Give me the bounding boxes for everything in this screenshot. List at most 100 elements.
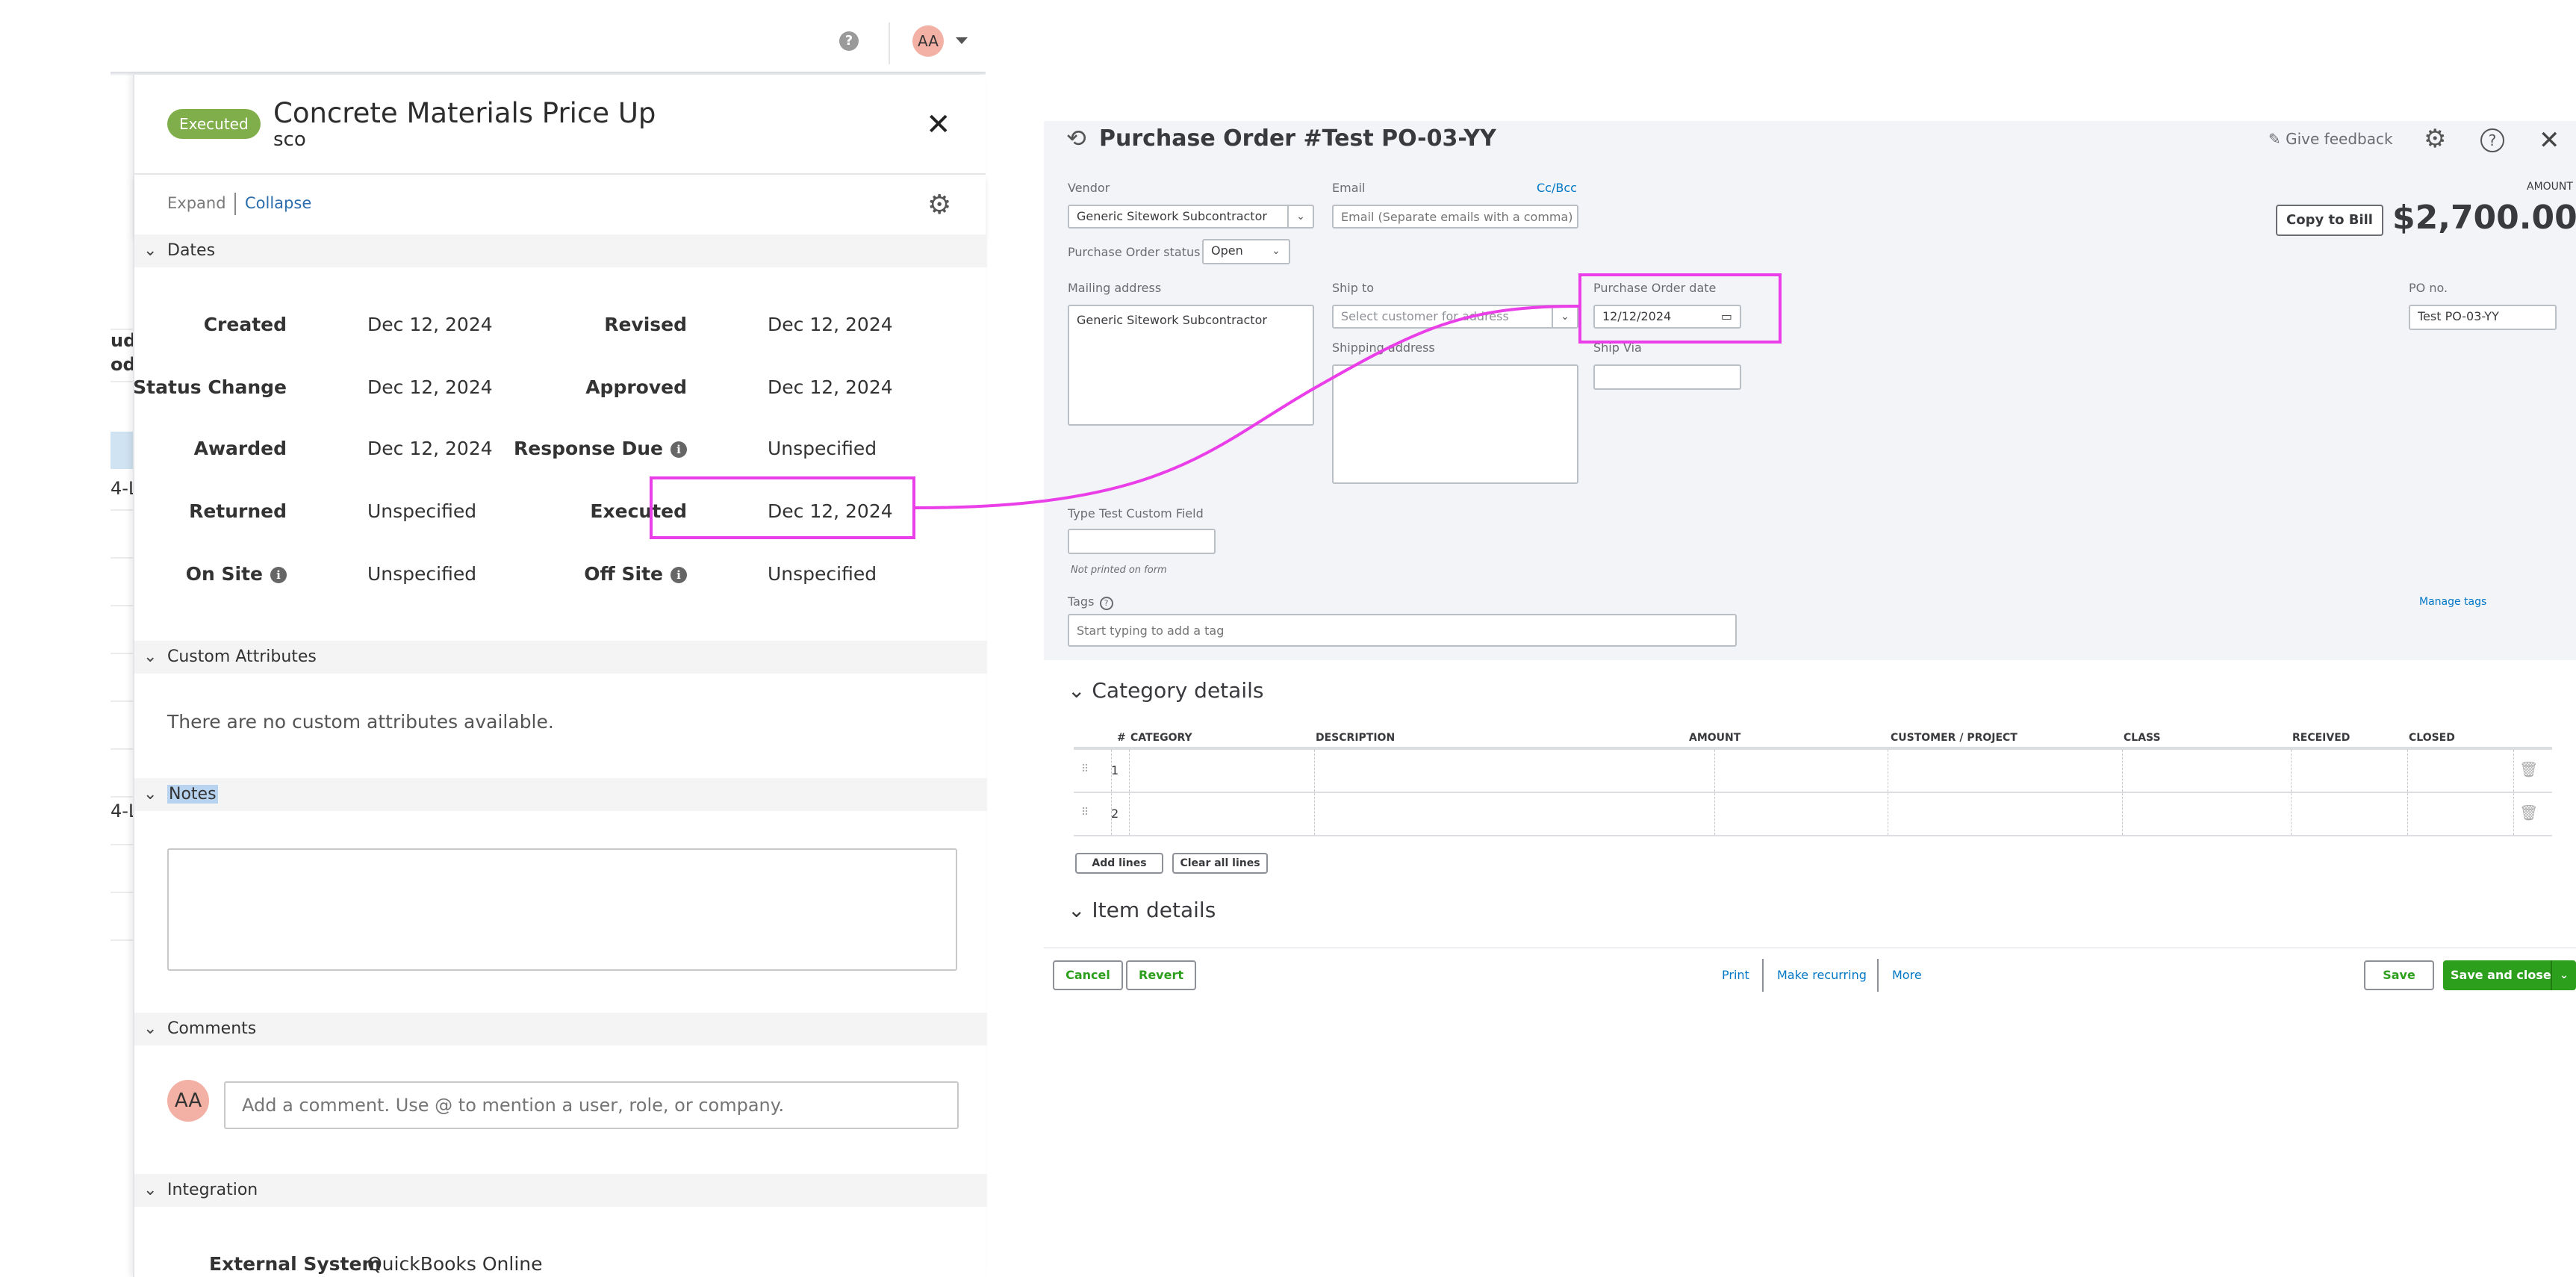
po-no-input[interactable]: Test PO-03-YY: [2409, 305, 2557, 330]
category-table: # CATEGORY DESCRIPTION AMOUNT CUSTOMER /…: [1074, 727, 2552, 836]
toolbar-divider: [234, 193, 236, 215]
ship-via-input[interactable]: [1593, 364, 1741, 390]
notes-textarea[interactable]: [167, 848, 957, 971]
more-link[interactable]: More: [1892, 968, 1922, 982]
user-avatar[interactable]: AA: [912, 25, 944, 57]
save-button[interactable]: Save: [2364, 960, 2434, 990]
bg-row-text: 4-L: [111, 478, 136, 499]
panel-toolbar: Expand Collapse ⚙: [134, 175, 986, 234]
drag-handle-icon[interactable]: ⠿: [1081, 763, 1089, 775]
bg-row-divider: [111, 748, 133, 750]
chevron-down-icon: ⌄: [1552, 306, 1577, 327]
date-label-text: Awarded: [193, 438, 287, 459]
info-icon[interactable]: i: [671, 441, 687, 458]
section-title: Comments: [167, 1019, 257, 1038]
bg-row-divider: [111, 557, 133, 559]
cell-divider: [2407, 750, 2408, 792]
section-dates-header[interactable]: ⌄ Dates: [134, 234, 987, 267]
section-custom-attributes-header[interactable]: ⌄ Custom Attributes: [134, 641, 987, 674]
mailing-address-label: Mailing address: [1068, 281, 1162, 295]
cell-divider: [1129, 750, 1130, 792]
feedback-icon: ✎: [2268, 130, 2286, 148]
cell-divider: [2122, 793, 2123, 835]
empty-custom-attributes: There are no custom attributes available…: [167, 711, 554, 733]
print-link[interactable]: Print: [1722, 968, 1749, 982]
date-label-text: Response Due: [514, 438, 663, 459]
section-integration-header[interactable]: ⌄ Integration: [134, 1174, 987, 1207]
footer-divider: [1762, 959, 1764, 992]
save-and-close-button[interactable]: Save and close ⌄: [2443, 960, 2576, 990]
settings-gear-icon[interactable]: ⚙: [2424, 124, 2446, 154]
tags-input[interactable]: [1068, 614, 1737, 647]
category-details-toggle[interactable]: ⌄ Category details: [1068, 678, 1263, 703]
table-row[interactable]: ⠿ 2 🗑: [1074, 793, 2552, 836]
custom-field-label: Type Test Custom Field: [1068, 506, 1204, 521]
mailing-address-textarea[interactable]: Generic Sitework Subcontractor: [1068, 305, 1314, 426]
manage-tags-link[interactable]: Manage tags: [2419, 596, 2486, 608]
date-label-text: Approved: [585, 376, 687, 398]
email-label: Email: [1332, 181, 1366, 195]
table-row[interactable]: ⠿ 1 🗑: [1074, 750, 2552, 793]
gear-icon[interactable]: ⚙: [927, 190, 951, 220]
trash-icon[interactable]: 🗑: [2519, 760, 2538, 778]
chevron-down-icon[interactable]: ⌄: [2551, 960, 2576, 990]
col-customer-project: CUSTOMER / PROJECT: [1891, 732, 2017, 744]
info-icon[interactable]: i: [671, 567, 687, 583]
cancel-button[interactable]: Cancel: [1053, 960, 1123, 990]
drag-handle-icon[interactable]: ⠿: [1081, 807, 1089, 818]
history-icon[interactable]: ⟲: [1066, 124, 1086, 152]
po-status-select[interactable]: Open ⌄: [1202, 239, 1290, 264]
section-notes-header[interactable]: ⌄ Notes: [134, 778, 987, 811]
close-icon[interactable]: ✕: [2539, 125, 2560, 155]
close-icon[interactable]: ✕: [926, 108, 951, 142]
date-label: Status Change: [48, 376, 287, 398]
date-value: Unspecified: [768, 438, 877, 459]
cc-bcc-link[interactable]: Cc/Bcc: [1537, 181, 1577, 195]
clear-all-lines-button[interactable]: Clear all lines: [1172, 853, 1268, 874]
integration-label: External System: [209, 1253, 382, 1275]
expand-button[interactable]: Expand: [167, 194, 226, 212]
change-order-detail-panel: Executed Concrete Materials Price Up sco…: [133, 75, 987, 1277]
shipping-address-textarea[interactable]: [1332, 364, 1578, 484]
collapse-button[interactable]: Collapse: [245, 194, 311, 212]
copy-to-bill-button[interactable]: Copy to Bill: [2276, 205, 2383, 236]
ship-to-select[interactable]: Select customer for address ⌄: [1332, 305, 1578, 329]
cell-divider: [2407, 793, 2408, 835]
tags-help-icon[interactable]: ?: [1099, 597, 1113, 610]
help-icon[interactable]: ?: [839, 31, 859, 51]
cell-divider: [2513, 793, 2514, 835]
make-recurring-link[interactable]: Make recurring: [1777, 968, 1867, 982]
po-amount: $2,700.00: [2392, 199, 2576, 237]
ship-to-placeholder: Select customer for address: [1341, 309, 1509, 323]
ship-to-label: Ship to: [1332, 281, 1375, 295]
cell-divider: [2122, 750, 2123, 792]
trash-icon[interactable]: 🗑: [2519, 804, 2538, 821]
comment-input[interactable]: [224, 1081, 959, 1129]
chevron-down-icon: ⌄: [143, 1181, 158, 1199]
date-label: Awarded: [48, 438, 287, 459]
po-footer: Cancel Revert Print Make recurring More …: [1044, 947, 2576, 1002]
chevron-down-icon: ⌄: [1068, 898, 1092, 922]
section-comments-header[interactable]: ⌄ Comments: [134, 1013, 987, 1045]
vendor-select[interactable]: Generic Sitework Subcontractor ⌄: [1068, 205, 1314, 229]
revert-button[interactable]: Revert: [1126, 960, 1196, 990]
item-details-toggle[interactable]: ⌄ Item details: [1068, 898, 1216, 922]
col-amount: AMOUNT: [1689, 732, 1741, 744]
chevron-down-icon: ⌄: [143, 785, 158, 804]
info-icon[interactable]: i: [270, 567, 287, 583]
date-label: Revised: [448, 314, 687, 335]
add-lines-button[interactable]: Add lines: [1075, 853, 1163, 874]
email-input[interactable]: [1332, 205, 1578, 229]
custom-field-input[interactable]: [1068, 529, 1216, 554]
give-feedback-button[interactable]: ✎ Give feedback: [2268, 130, 2393, 148]
executed-highlight-box: [650, 476, 915, 539]
cell-divider: [1714, 793, 1715, 835]
row-number: 1: [1111, 763, 1119, 777]
section-title: Dates: [167, 241, 216, 260]
save-and-close-label: Save and close: [2451, 968, 2551, 982]
date-label: Returned: [48, 500, 287, 522]
help-icon[interactable]: ?: [2480, 128, 2504, 152]
date-label: On Site i: [48, 563, 287, 585]
po-status-label: Purchase Order status: [1068, 245, 1201, 259]
user-menu-caret-icon[interactable]: [956, 37, 968, 44]
